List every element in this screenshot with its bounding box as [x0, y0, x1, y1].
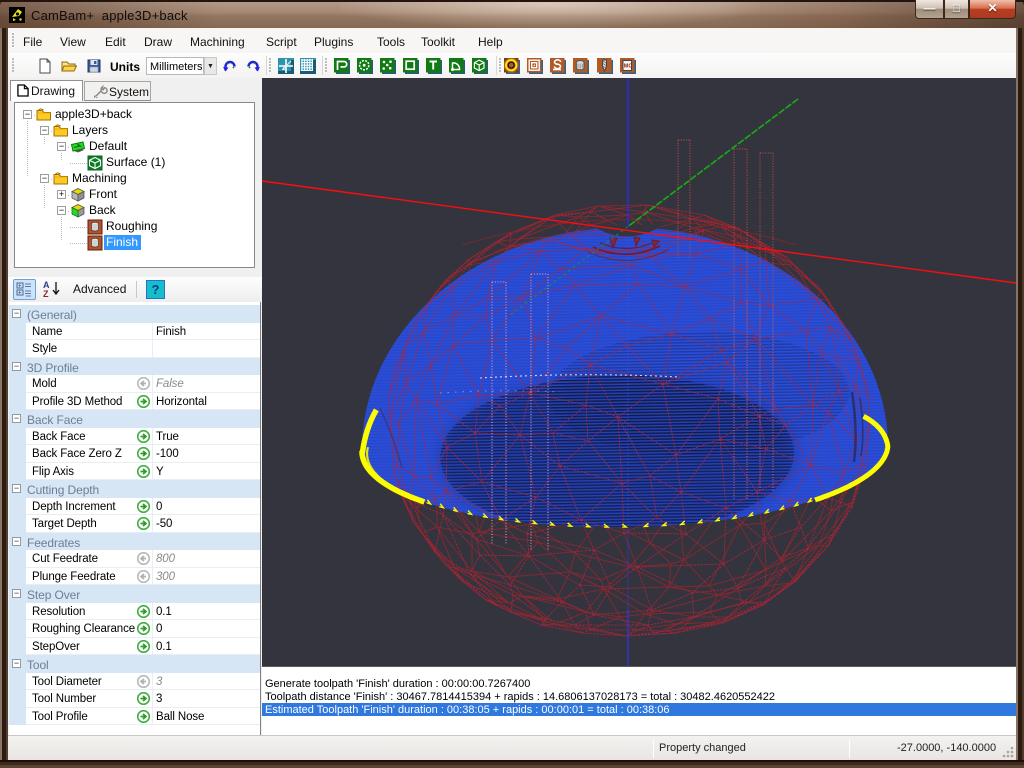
svg-text:+: + [18, 284, 22, 290]
svg-text:Z: Z [43, 289, 49, 298]
svg-text:MC: MC [624, 64, 633, 70]
svg-text:+: + [18, 291, 22, 297]
